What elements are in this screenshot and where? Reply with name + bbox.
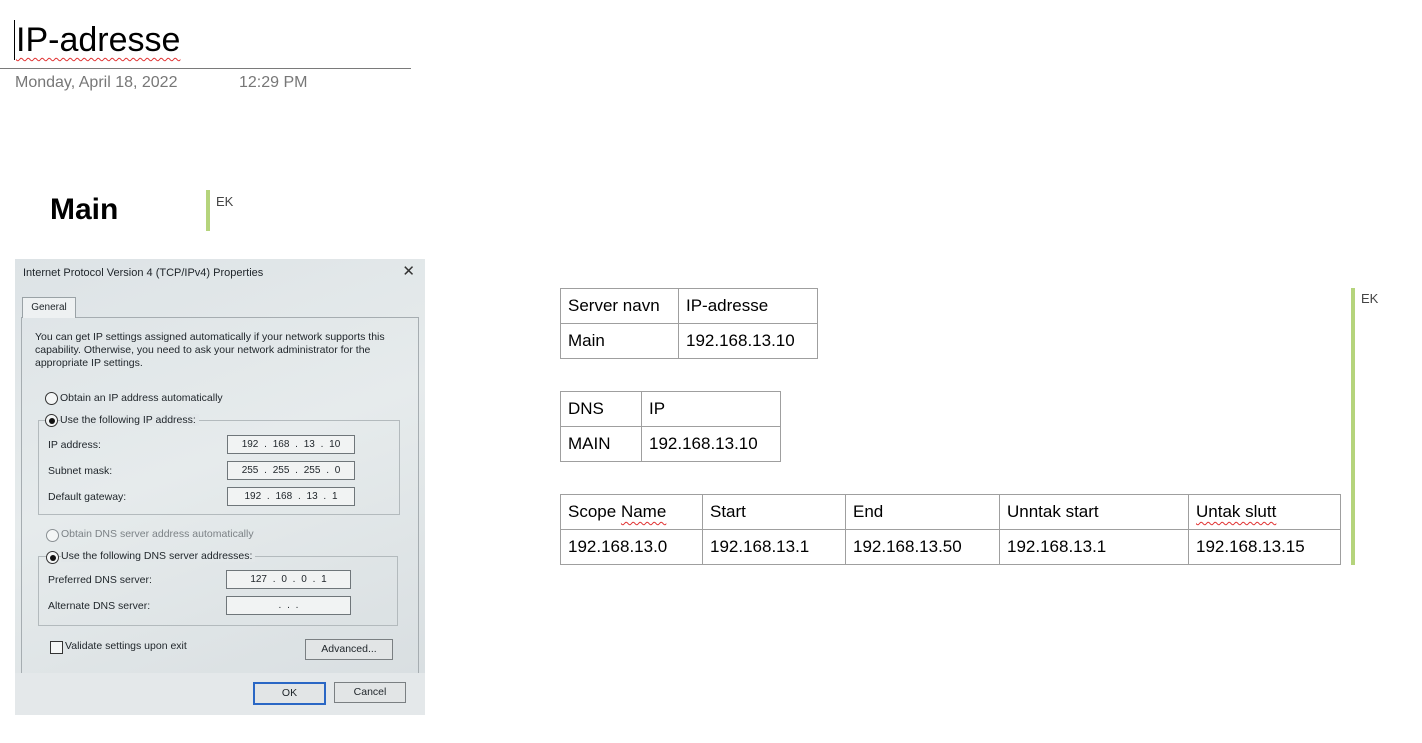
scope-table: Scope Name Start End Unntak start Untak … xyxy=(560,494,1341,565)
author-indicator-bar[interactable] xyxy=(1351,288,1355,565)
table-cell[interactable]: MAIN xyxy=(560,426,642,462)
default-gateway-field: 192 . 168 . 13 . 1 xyxy=(227,487,355,506)
use-following-dns-label: Use the following DNS server addresses: xyxy=(61,550,256,562)
table-cell[interactable]: 192.168.13.10 xyxy=(641,426,781,462)
dialog-intro-text: You can get IP settings assigned automat… xyxy=(35,331,385,369)
subnet-mask-field: 255 . 255 . 255 . 0 xyxy=(227,461,355,480)
table-header-cell[interactable]: Server navn xyxy=(560,288,679,324)
table-header-cell[interactable]: IP xyxy=(641,391,781,427)
validate-label: Validate settings upon exit xyxy=(65,640,187,652)
server-table: Server navn IP-adresse Main 192.168.13.1… xyxy=(560,288,818,359)
table-cell[interactable]: 192.168.13.15 xyxy=(1188,529,1341,565)
table-header-cell[interactable]: Unntak start xyxy=(999,494,1189,530)
subnet-mask-label: Subnet mask: xyxy=(48,465,113,477)
default-gateway-label: Default gateway: xyxy=(48,491,127,503)
dns-table: DNS IP MAIN 192.168.13.10 xyxy=(560,391,781,462)
page-title[interactable]: IP-adresse xyxy=(14,18,180,62)
scope-name-header: Scope Name xyxy=(568,502,667,521)
radio-use-following-dns xyxy=(46,551,59,564)
table-header-cell[interactable]: Untak slutt xyxy=(1188,494,1341,530)
section-heading[interactable]: Main xyxy=(50,193,118,227)
table-cell[interactable]: 192.168.13.50 xyxy=(845,529,1000,565)
advanced-button: Advanced... xyxy=(305,639,393,660)
validate-checkbox xyxy=(50,641,63,654)
table-header-cell[interactable]: IP-adresse xyxy=(678,288,818,324)
dialog-photo[interactable]: Internet Protocol Version 4 (TCP/IPv4) P… xyxy=(15,259,425,715)
table-header-row: Server navn IP-adresse xyxy=(560,288,818,324)
table-header-row: DNS IP xyxy=(560,391,781,427)
dialog-title: Internet Protocol Version 4 (TCP/IPv4) P… xyxy=(23,267,264,279)
radio-obtain-ip-auto xyxy=(45,392,58,405)
table-row: Main 192.168.13.10 xyxy=(560,323,818,359)
table-header-cell[interactable]: Start xyxy=(702,494,846,530)
obtain-dns-auto-label: Obtain DNS server address automatically xyxy=(61,528,254,540)
title-divider xyxy=(0,68,411,69)
cancel-button: Cancel xyxy=(334,682,406,703)
table-header-cell[interactable]: Scope Name xyxy=(560,494,703,530)
preferred-dns-label: Preferred DNS server: xyxy=(48,574,152,586)
ip-address-field: 192 . 168 . 13 . 10 xyxy=(227,435,355,454)
table-header-row: Scope Name Start End Unntak start Untak … xyxy=(560,494,1341,530)
table-row: 192.168.13.0 192.168.13.1 192.168.13.50 … xyxy=(560,529,1341,565)
table-cell[interactable]: 192.168.13.1 xyxy=(702,529,846,565)
obtain-ip-auto-label: Obtain an IP address automatically xyxy=(60,392,223,404)
page-title-text[interactable]: IP-adresse xyxy=(14,21,180,59)
table-header-cell[interactable]: End xyxy=(845,494,1000,530)
tab-general: General xyxy=(22,297,76,318)
use-following-ip-label: Use the following IP address: xyxy=(60,414,199,426)
ip-address-label: IP address: xyxy=(48,439,101,451)
text-cursor xyxy=(14,20,15,60)
dns-group-box xyxy=(38,556,398,626)
radio-use-following-ip xyxy=(45,414,58,427)
table-cell[interactable]: 192.168.13.0 xyxy=(560,529,703,565)
table-header-cell[interactable]: DNS xyxy=(560,391,642,427)
table-cell[interactable]: Main xyxy=(560,323,679,359)
table-row: MAIN 192.168.13.10 xyxy=(560,426,781,462)
table-cell[interactable]: 192.168.13.1 xyxy=(999,529,1189,565)
page-date: Monday, April 18, 2022 xyxy=(15,74,178,91)
table-cell[interactable]: 192.168.13.10 xyxy=(678,323,818,359)
author-initials: EK xyxy=(1361,291,1379,306)
alternate-dns-field: . . . xyxy=(226,596,351,615)
radio-obtain-dns-auto xyxy=(46,529,59,542)
untak-slutt-header: Untak slutt xyxy=(1196,502,1277,521)
preferred-dns-field: 127 . 0 . 0 . 1 xyxy=(226,570,351,589)
alternate-dns-label: Alternate DNS server: xyxy=(48,600,151,612)
author-initials: EK xyxy=(216,194,234,209)
ok-button: OK xyxy=(253,682,326,705)
author-indicator-bar[interactable] xyxy=(206,190,210,231)
spelling-flagged-word: Name xyxy=(620,502,667,521)
close-icon: ✕ xyxy=(402,263,415,280)
page-time: 12:29 PM xyxy=(239,74,308,91)
